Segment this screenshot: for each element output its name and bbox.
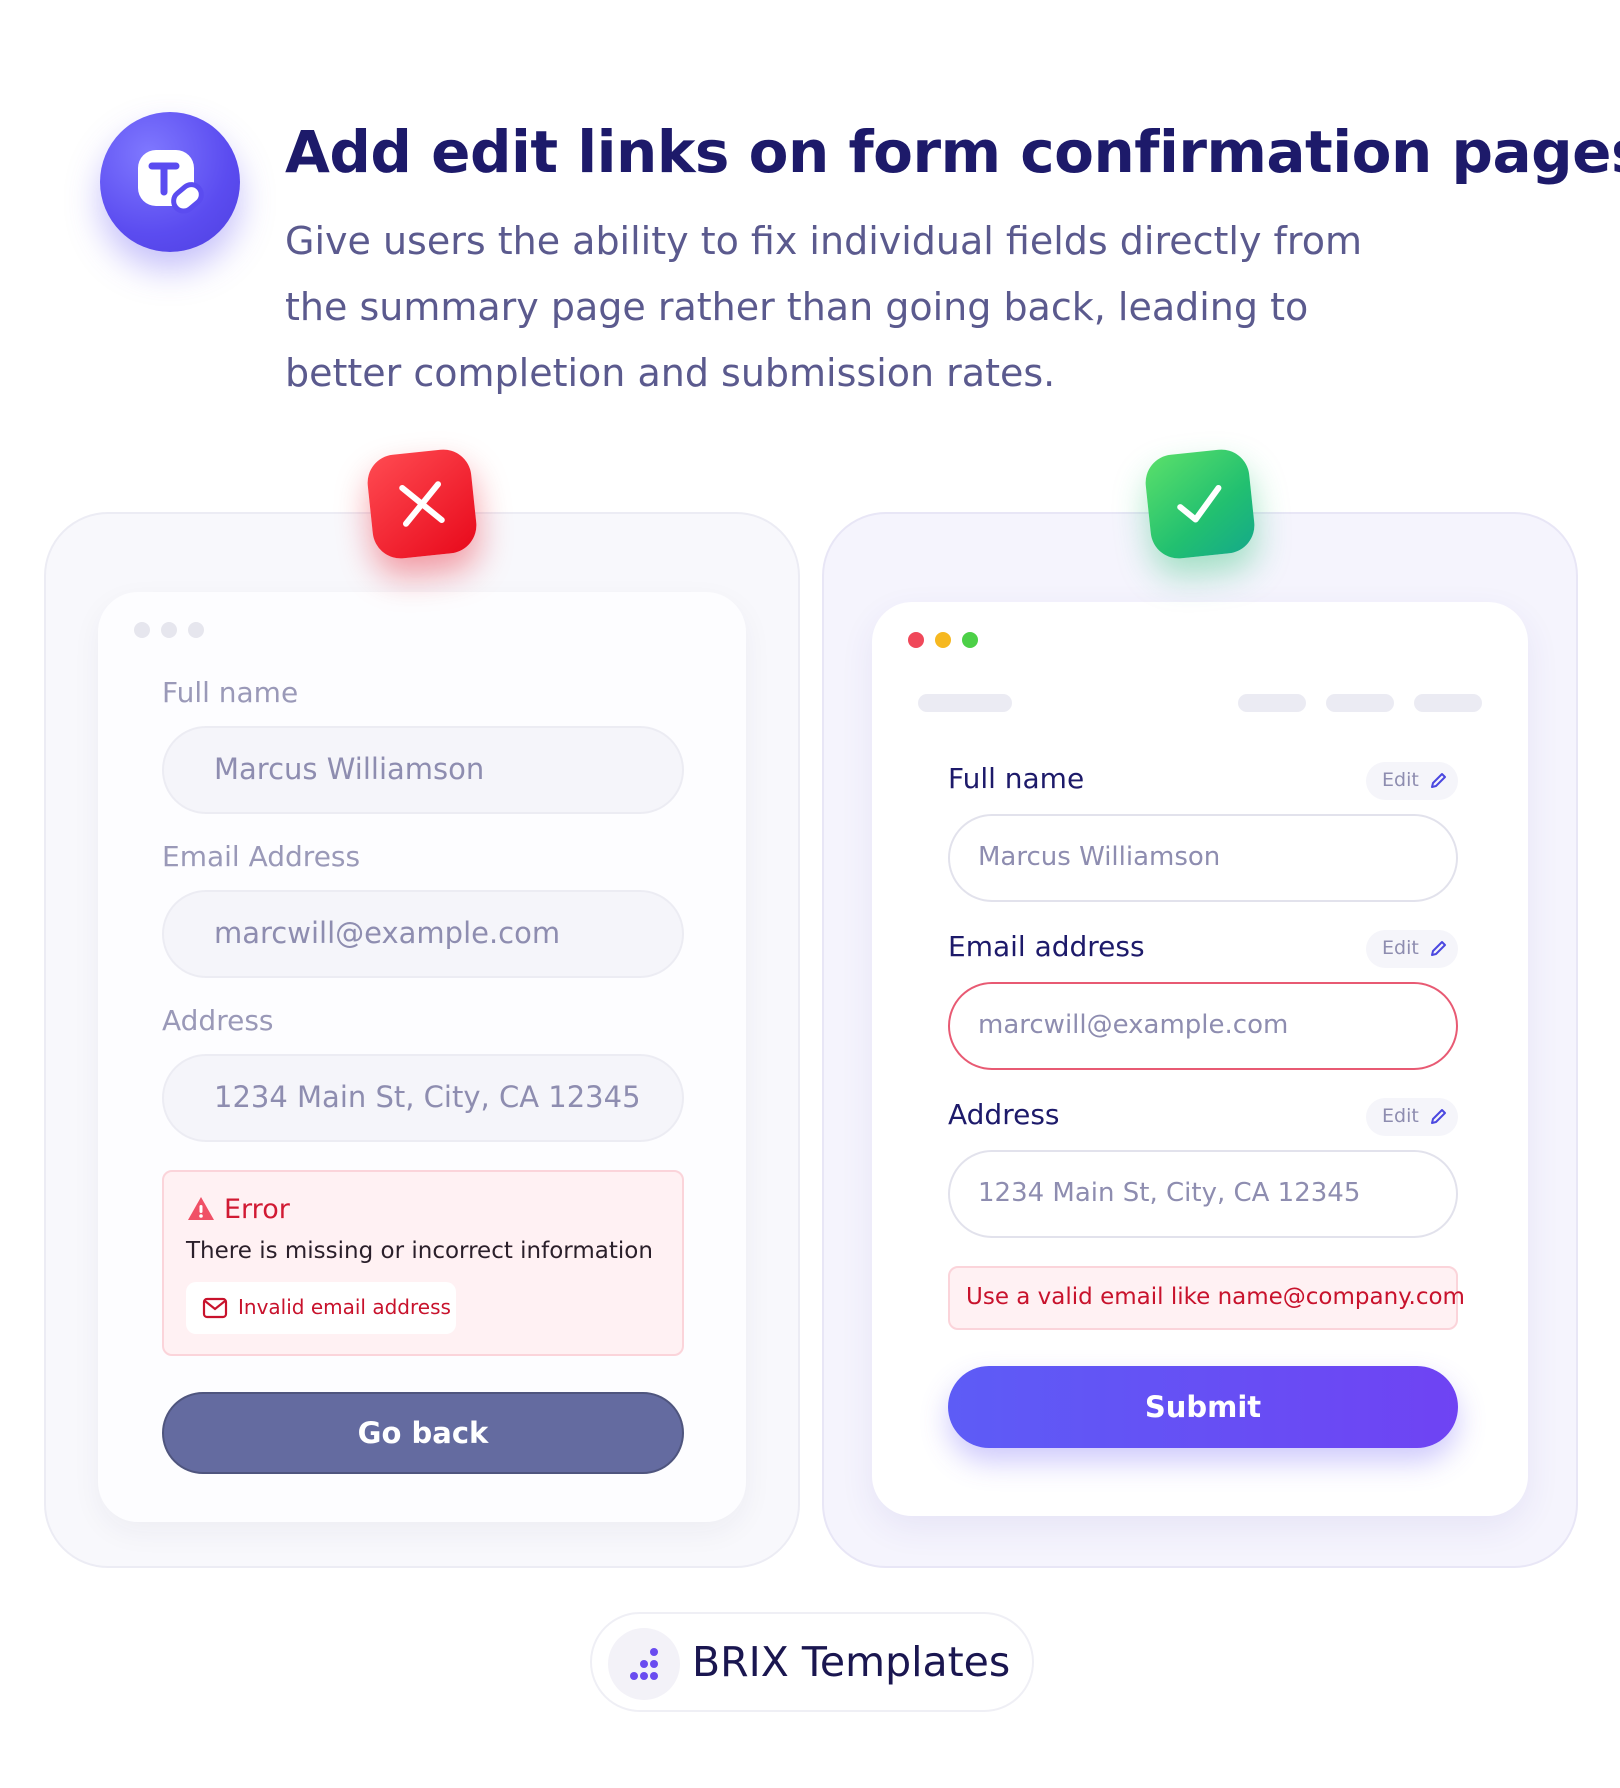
address-value: 1234 Main St, City, CA 12345: [214, 1080, 641, 1114]
email-input[interactable]: marcwill@example.com: [162, 890, 684, 978]
bad-example-badge: [364, 446, 480, 562]
nav-placeholder: [1414, 694, 1482, 712]
email-label: Email Address: [162, 840, 361, 873]
edit-address-button[interactable]: Edit: [1366, 1098, 1458, 1136]
email-hint: Use a valid email like name@company.com: [948, 1266, 1465, 1330]
edit-label: Edit: [1382, 937, 1419, 959]
address-label: Address: [162, 1004, 274, 1037]
address-input[interactable]: 1234 Main St, City, CA 12345: [948, 1150, 1458, 1238]
close-icon: [399, 481, 445, 527]
email-label: Email address: [948, 930, 1145, 963]
submit-button[interactable]: Submit: [948, 1366, 1458, 1448]
pencil-icon: [1431, 1109, 1446, 1124]
window-dot-yellow: [935, 632, 951, 648]
edit-label: Edit: [1382, 769, 1419, 791]
nav-placeholder: [1326, 694, 1394, 712]
email-hint-text: Use a valid email like name@company.com: [966, 1284, 1465, 1310]
edit-email-button[interactable]: Edit: [1366, 930, 1458, 968]
window-dot-red: [908, 632, 924, 648]
error-chip-label: Invalid email address: [238, 1295, 451, 1319]
text-edit-icon: [138, 150, 204, 214]
edit-full-name-button[interactable]: Edit: [1366, 762, 1458, 800]
brand-name: BRIX Templates: [692, 1638, 1011, 1686]
edit-label: Edit: [1382, 1105, 1419, 1127]
address-value: 1234 Main St, City, CA 12345: [978, 1178, 1361, 1208]
good-example-badge: [1142, 446, 1258, 562]
page-subtitle: Give users the ability to fix individual…: [285, 219, 1362, 395]
error-chip: Invalid email address: [186, 1282, 456, 1334]
email-value: marcwill@example.com: [214, 916, 561, 950]
brix-logo-icon: [608, 1628, 680, 1700]
nav-placeholder: [1238, 694, 1306, 712]
pencil-icon: [1431, 941, 1446, 956]
go-back-button[interactable]: Go back: [162, 1392, 684, 1474]
full-name-input[interactable]: Marcus Williamson: [162, 726, 684, 814]
address-input[interactable]: 1234 Main St, City, CA 12345: [162, 1054, 684, 1142]
window-dot: [161, 622, 177, 638]
error-title: Error: [224, 1194, 290, 1225]
window-dot: [134, 622, 150, 638]
full-name-value: Marcus Williamson: [214, 752, 485, 786]
full-name-input[interactable]: Marcus Williamson: [948, 814, 1458, 902]
address-label: Address: [948, 1098, 1060, 1131]
window-dot: [188, 622, 204, 638]
pencil-icon: [1431, 773, 1446, 788]
email-value: marcwill@example.com: [978, 1010, 1289, 1040]
error-message: There is missing or incorrect informatio…: [186, 1238, 653, 1264]
check-icon: [1177, 484, 1222, 523]
email-input[interactable]: marcwill@example.com: [948, 982, 1458, 1070]
page-title: Add edit links on form confirmation page…: [285, 118, 1620, 186]
window-dot-green: [962, 632, 978, 648]
nav-placeholder: [918, 694, 1012, 712]
mail-icon: [202, 1297, 228, 1319]
error-alert: Error There is missing or incorrect info…: [162, 1170, 684, 1356]
full-name-label: Full name: [948, 762, 1085, 795]
app-icon: [100, 112, 240, 252]
warning-icon: [188, 1197, 214, 1220]
full-name-label: Full name: [162, 676, 299, 709]
brand-badge: BRIX Templates: [590, 1612, 1034, 1712]
full-name-value: Marcus Williamson: [978, 842, 1221, 872]
